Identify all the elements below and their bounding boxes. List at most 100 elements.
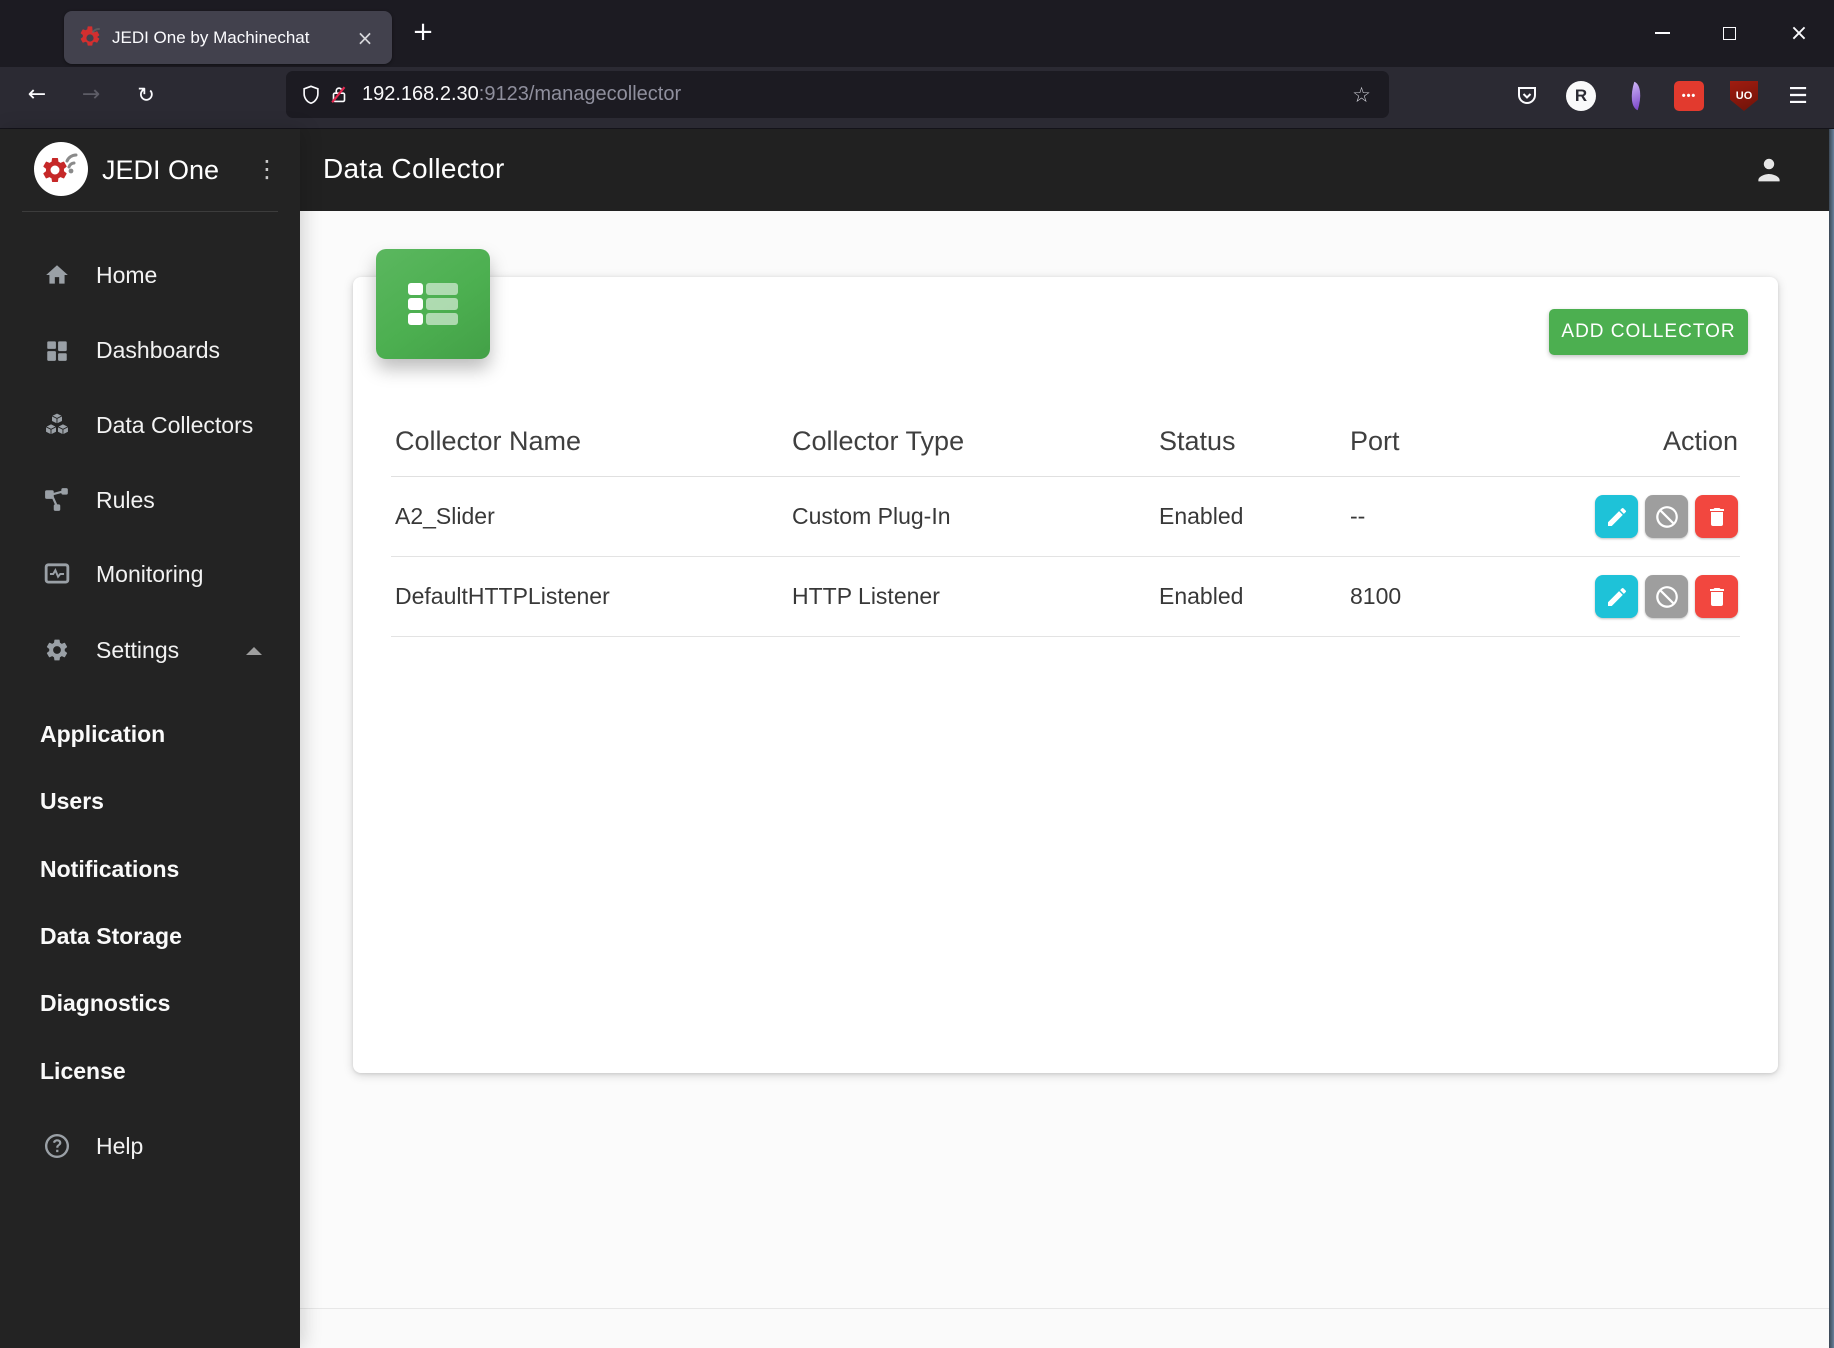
sidebar-subitem-users[interactable]: Users bbox=[0, 780, 300, 820]
table-row: DefaultHTTPListener HTTP Listener Enable… bbox=[391, 557, 1740, 637]
hamburger-icon: ☰ bbox=[1788, 83, 1808, 109]
monitor-icon bbox=[44, 561, 70, 587]
tracking-shield-icon[interactable] bbox=[300, 84, 322, 106]
gear-icon bbox=[44, 637, 70, 663]
back-button[interactable]: ← bbox=[17, 76, 57, 116]
chevron-up-icon bbox=[246, 647, 262, 655]
add-collector-button[interactable]: ADD COLLECTOR bbox=[1549, 309, 1748, 355]
table-row: A2_Slider Custom Plug-In Enabled -- bbox=[391, 477, 1740, 557]
sidebar-item-label: Home bbox=[96, 262, 158, 288]
row-actions bbox=[1591, 495, 1740, 538]
collector-status: Enabled bbox=[1159, 583, 1244, 609]
window-maximize-button[interactable] bbox=[1706, 10, 1752, 56]
collector-status: Enabled bbox=[1159, 503, 1244, 529]
help-icon bbox=[44, 1133, 70, 1159]
feather-extension-icon[interactable] bbox=[1618, 78, 1654, 114]
sidebar-item-dashboards[interactable]: Dashboards bbox=[0, 326, 300, 374]
page-title: Data Collector bbox=[323, 153, 505, 184]
person-icon bbox=[1752, 153, 1786, 187]
url-host: 192.168.2.30 bbox=[362, 83, 479, 105]
slash-circle-icon bbox=[1654, 504, 1680, 530]
footer-area bbox=[300, 1309, 1834, 1348]
sidebar-item-label: Monitoring bbox=[96, 561, 204, 587]
new-tab-button[interactable]: + bbox=[405, 15, 441, 51]
ublock-extension-icon[interactable]: UO bbox=[1726, 78, 1762, 114]
table-header-row: Collector Name Collector Type Status Por… bbox=[391, 407, 1740, 477]
disable-button[interactable] bbox=[1645, 575, 1688, 618]
minimize-icon bbox=[1654, 32, 1670, 34]
sidebar-item-settings[interactable]: Settings bbox=[0, 626, 300, 674]
sidebar-subitem-label: Notifications bbox=[40, 856, 180, 882]
tab-title: JEDI One by Machinechat bbox=[112, 27, 310, 47]
pocket-icon bbox=[1515, 84, 1539, 108]
sidebar-subitem-diagnostics[interactable]: Diagnostics bbox=[0, 982, 300, 1022]
menu-button[interactable]: ☰ bbox=[1780, 78, 1816, 114]
url-text[interactable]: 192.168.2.30:9123/managecollector bbox=[362, 83, 1348, 106]
collector-name: DefaultHTTPListener bbox=[395, 583, 610, 609]
main-content: ADD COLLECTOR Collector Name Collector T… bbox=[300, 211, 1834, 1348]
pencil-icon bbox=[1605, 585, 1629, 609]
bookmark-star-icon[interactable]: ☆ bbox=[1348, 83, 1375, 107]
pocket-extension-icon[interactable] bbox=[1509, 78, 1545, 114]
sidebar-subitem-label: Data Storage bbox=[40, 923, 182, 949]
collector-name: A2_Slider bbox=[395, 503, 495, 529]
disable-button[interactable] bbox=[1645, 495, 1688, 538]
collector-type: HTTP Listener bbox=[792, 583, 940, 609]
sidebar-subitem-notifications[interactable]: Notifications bbox=[0, 848, 300, 888]
tab-close-icon[interactable]: × bbox=[352, 25, 378, 51]
column-header-port: Port bbox=[1350, 426, 1400, 456]
sidebar-divider bbox=[22, 211, 278, 212]
delete-button[interactable] bbox=[1695, 575, 1738, 618]
sidebar: JEDI One ⋮ Home Dashboards Data Collecto… bbox=[0, 129, 300, 1348]
sidebar-item-label: Help bbox=[96, 1133, 144, 1159]
edit-button[interactable] bbox=[1595, 575, 1638, 618]
sidebar-item-monitoring[interactable]: Monitoring bbox=[0, 550, 300, 598]
favicon-gear-icon bbox=[78, 26, 102, 50]
dashboard-icon bbox=[44, 337, 70, 363]
sidebar-item-data-collectors[interactable]: Data Collectors bbox=[0, 401, 300, 449]
window-close-button[interactable]: × bbox=[1776, 10, 1822, 56]
sidebar-item-help[interactable]: Help bbox=[0, 1122, 300, 1170]
dots-badge: ••• bbox=[1674, 81, 1704, 111]
sidebar-subitem-label: Diagnostics bbox=[40, 990, 171, 1016]
collector-port: -- bbox=[1350, 503, 1366, 529]
forward-button[interactable]: → bbox=[71, 76, 111, 116]
sidebar-subitem-label: Application bbox=[40, 721, 166, 747]
url-bar[interactable]: 192.168.2.30:9123/managecollector ☆ bbox=[286, 71, 1389, 118]
sidebar-subitem-license[interactable]: License bbox=[0, 1050, 300, 1090]
maximize-icon bbox=[1722, 26, 1736, 40]
sidebar-subitem-data-storage[interactable]: Data Storage bbox=[0, 915, 300, 955]
sidebar-kebab-menu[interactable]: ⋮ bbox=[250, 151, 284, 187]
sidebar-item-label: Data Collectors bbox=[96, 412, 254, 438]
sidebar-subitem-label: Users bbox=[40, 788, 104, 814]
window-edge bbox=[1829, 129, 1834, 1348]
account-button[interactable] bbox=[1749, 150, 1789, 190]
cubes-icon bbox=[44, 412, 70, 438]
sidebar-subitem-label: License bbox=[40, 1058, 126, 1084]
slash-circle-icon bbox=[1654, 584, 1680, 610]
window-minimize-button[interactable] bbox=[1639, 10, 1685, 56]
reload-button[interactable]: ↻ bbox=[126, 76, 166, 116]
column-header-action: Action bbox=[1662, 426, 1738, 456]
collectors-table: Collector Name Collector Type Status Por… bbox=[391, 407, 1740, 637]
feather-icon bbox=[1626, 81, 1646, 111]
app-bar: Data Collector bbox=[300, 129, 1834, 211]
sidebar-item-label: Rules bbox=[96, 487, 155, 513]
sidebar-item-rules[interactable]: Rules bbox=[0, 476, 300, 524]
tab-bar: JEDI One by Machinechat × + × bbox=[0, 0, 1834, 67]
delete-button[interactable] bbox=[1695, 495, 1738, 538]
sidebar-subitem-application[interactable]: Application bbox=[0, 713, 300, 753]
column-header-status: Status bbox=[1159, 426, 1236, 456]
collector-type: Custom Plug-In bbox=[792, 503, 951, 529]
trash-icon bbox=[1705, 585, 1729, 609]
collectors-tile-icon bbox=[376, 249, 490, 359]
browser-tab[interactable]: JEDI One by Machinechat × bbox=[64, 11, 392, 64]
column-header-name: Collector Name bbox=[395, 426, 582, 456]
sidebar-item-home[interactable]: Home bbox=[0, 251, 300, 299]
edit-button[interactable] bbox=[1595, 495, 1638, 538]
insecure-lock-icon[interactable] bbox=[328, 84, 350, 106]
list-icon bbox=[408, 283, 458, 325]
collectors-card: ADD COLLECTOR Collector Name Collector T… bbox=[353, 249, 1778, 1073]
password-manager-extension-icon[interactable]: ••• bbox=[1671, 78, 1707, 114]
r-extension-icon[interactable]: R bbox=[1563, 78, 1599, 114]
